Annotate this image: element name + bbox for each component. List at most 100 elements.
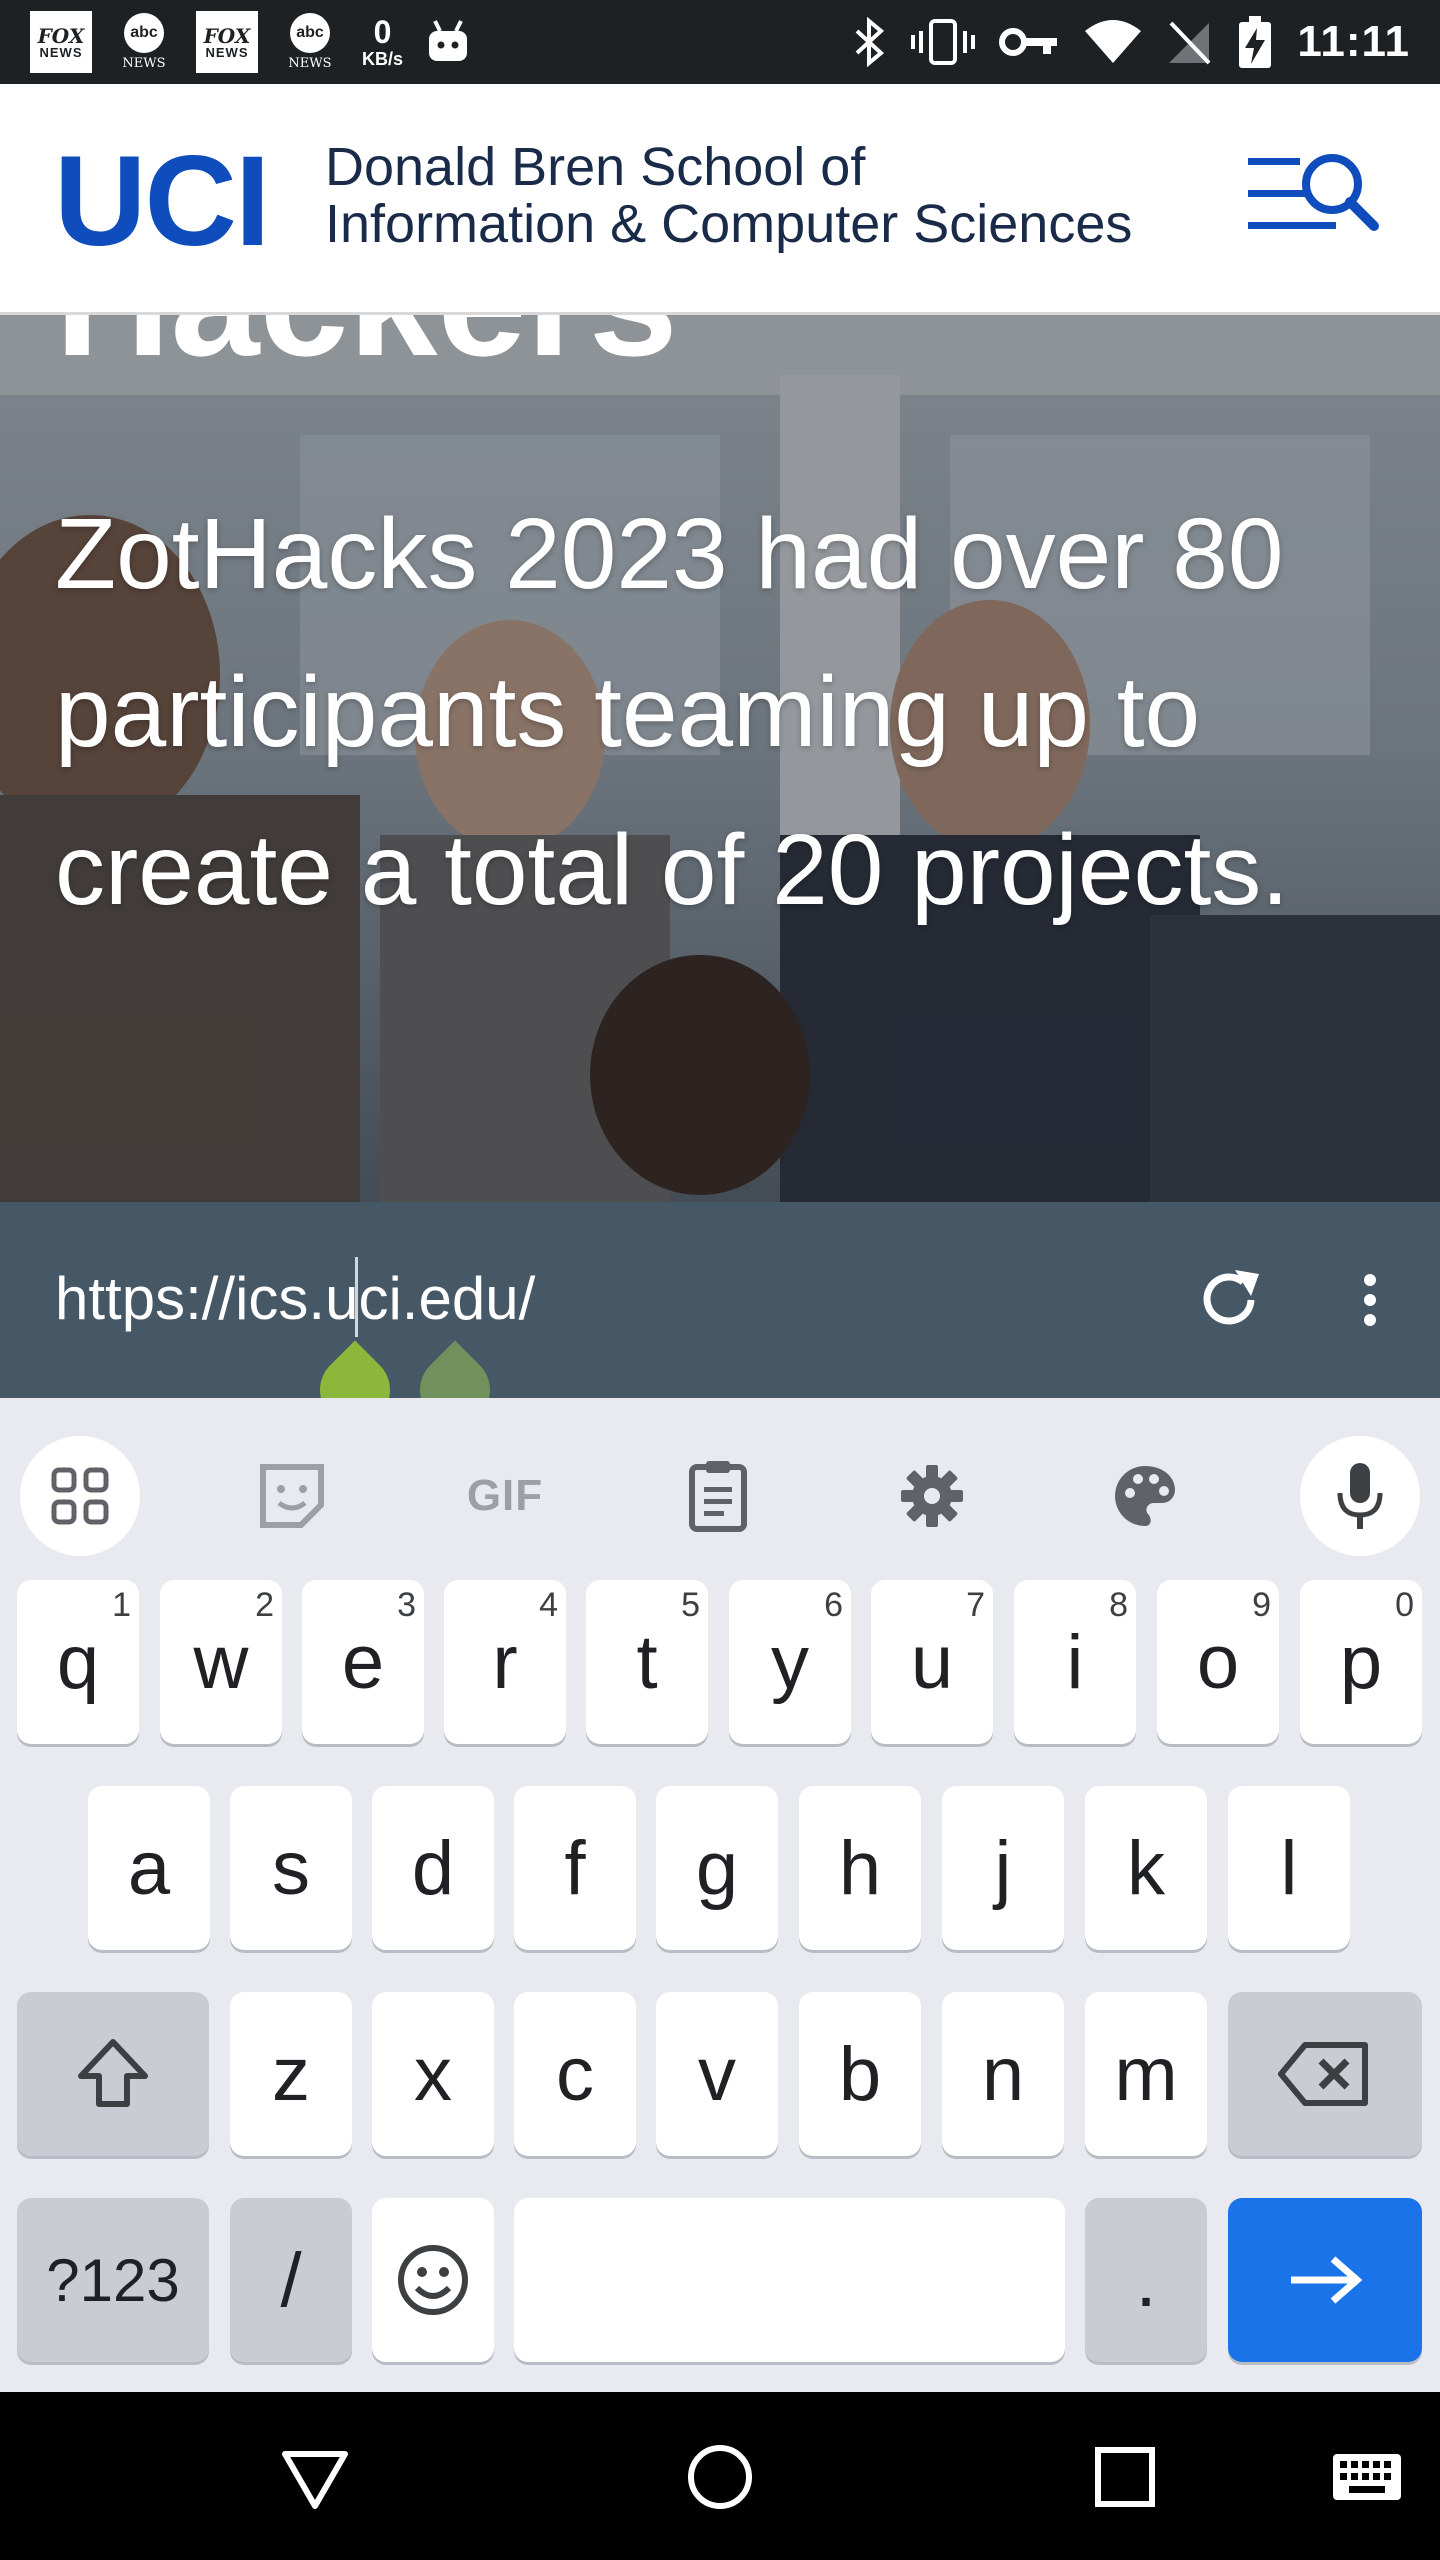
abc-news-notification-icon: abc NEWS [114, 13, 174, 71]
battery-charging-icon [1239, 16, 1272, 68]
notification-icons: FOX NEWS abc NEWS FOX NEWS abc NEWS 0 KB… [30, 10, 471, 74]
key-d[interactable]: d [372, 1786, 494, 1950]
microphone-icon [1337, 1463, 1383, 1529]
keyboard-toolbar: GIF [0, 1398, 1440, 1556]
emoji-smile-icon [398, 2245, 468, 2315]
back-button[interactable] [270, 2432, 360, 2522]
key-x[interactable]: x [372, 1992, 494, 2156]
key-m[interactable]: m [1085, 1992, 1207, 2156]
key-s[interactable]: s [230, 1786, 352, 1950]
sticker-icon [260, 1464, 324, 1528]
back-triangle-icon [282, 2451, 348, 2509]
hero-caption: ZotHacks 2023 had over 80 participants t… [55, 498, 1290, 926]
browser-menu-button[interactable] [1355, 1260, 1385, 1340]
recents-button[interactable] [1080, 2432, 1170, 2522]
symbols-key[interactable]: ?123 [17, 2198, 209, 2362]
gif-button[interactable]: GIF [445, 1436, 565, 1556]
fox-news-notification-icon: FOX NEWS [30, 11, 92, 73]
network-speed: 0 KB/s [362, 16, 403, 68]
clock: 11:11 [1297, 17, 1410, 66]
key-u[interactable]: u 7 [871, 1580, 993, 1744]
keyboard-icon [1333, 2454, 1401, 2500]
key-y[interactable]: y 6 [729, 1580, 851, 1744]
key-w-label: w [193, 1619, 249, 1705]
more-vert-icon [1364, 1274, 1376, 1326]
key-t-label: t [636, 1619, 658, 1705]
theme-button[interactable] [1085, 1436, 1205, 1556]
wifi-icon [1085, 20, 1142, 63]
backspace-icon [1278, 2042, 1368, 2106]
key-r[interactable]: r 4 [444, 1580, 566, 1744]
abc-news-line2: NEWS [288, 56, 332, 71]
shift-key[interactable] [17, 1992, 209, 2156]
reload-button[interactable] [1195, 1260, 1265, 1340]
key-f[interactable]: f [514, 1786, 636, 1950]
network-speed-value: 0 [373, 14, 392, 50]
school-name-line2: Information & Computer Sciences [325, 193, 1133, 254]
system-navigation-bar [0, 2392, 1440, 2560]
key-z[interactable]: z [230, 1992, 352, 2156]
school-name[interactable]: Donald Bren School of Information & Comp… [325, 139, 1132, 252]
system-status-icons: 11:11 [851, 0, 1410, 84]
vibrate-icon [911, 19, 976, 65]
palette-icon [1115, 1466, 1175, 1526]
menu-search-button[interactable] [1240, 144, 1385, 244]
key-r-label: r [492, 1619, 518, 1705]
voice-input-button[interactable] [1300, 1436, 1420, 1556]
clipboard-button[interactable] [658, 1436, 778, 1556]
hero-banner: Hackers ZotHacks 2023 had over 80 partic… [0, 315, 1440, 1202]
key-t-hint: 5 [681, 1586, 700, 1624]
android-robot-icon [429, 20, 468, 61]
network-speed-unit: KB/s [362, 49, 404, 69]
key-p-label: p [1339, 1619, 1383, 1705]
abc-news-notification-icon: abc NEWS [280, 13, 340, 71]
space-bar[interactable] [514, 2198, 1065, 2362]
gif-label: GIF [466, 1471, 544, 1520]
apps-grid-button[interactable] [20, 1436, 140, 1556]
home-circle-icon [688, 2445, 752, 2509]
key-j[interactable]: j [942, 1786, 1064, 1950]
keyboard-switch-button[interactable] [1322, 2432, 1412, 2522]
key-i-label: i [1066, 1619, 1084, 1705]
recents-square-icon [1095, 2447, 1155, 2507]
abc-news-line1: abc [290, 13, 330, 53]
key-h[interactable]: h [799, 1786, 921, 1950]
abc-news-line1: abc [124, 13, 164, 53]
key-k[interactable]: k [1085, 1786, 1207, 1950]
key-o-label: o [1196, 1619, 1240, 1705]
key-a[interactable]: a [88, 1786, 210, 1950]
key-g[interactable]: g [656, 1786, 778, 1950]
settings-button[interactable] [872, 1436, 992, 1556]
key-p[interactable]: p 0 [1300, 1580, 1422, 1744]
key-w[interactable]: w 2 [160, 1580, 282, 1744]
key-o[interactable]: o 9 [1157, 1580, 1279, 1744]
key-b[interactable]: b [799, 1992, 921, 2156]
slash-key[interactable]: / [230, 2198, 352, 2362]
status-bar: FOX NEWS abc NEWS FOX NEWS abc NEWS 0 KB… [0, 0, 1440, 84]
backspace-key[interactable] [1228, 1992, 1422, 2156]
period-key[interactable]: . [1085, 2198, 1207, 2362]
key-e[interactable]: e 3 [302, 1580, 424, 1744]
fox-news-notification-icon: FOX NEWS [196, 11, 258, 73]
key-e-label: e [341, 1619, 385, 1705]
url-input[interactable]: https://ics.uci.edu/ [55, 1264, 535, 1333]
home-button[interactable] [675, 2432, 765, 2522]
key-q[interactable]: q 1 [17, 1580, 139, 1744]
go-key[interactable] [1228, 2198, 1422, 2362]
fox-news-line2: NEWS [39, 44, 83, 60]
key-n[interactable]: n [942, 1992, 1064, 2156]
key-i[interactable]: i 8 [1014, 1580, 1136, 1744]
key-q-hint: 1 [112, 1586, 131, 1624]
apps-grid-icon [51, 1467, 109, 1525]
fox-news-line2: NEWS [205, 44, 249, 60]
uci-logo[interactable]: UCI [54, 138, 270, 266]
key-c[interactable]: c [514, 1992, 636, 2156]
key-p-hint: 0 [1395, 1586, 1414, 1624]
menu-search-icon [1248, 154, 1379, 231]
no-signal-icon [1169, 21, 1211, 65]
sticker-button[interactable] [232, 1436, 352, 1556]
emoji-key[interactable] [372, 2198, 494, 2362]
key-v[interactable]: v [656, 1992, 778, 2156]
key-l[interactable]: l [1228, 1786, 1350, 1950]
key-t[interactable]: t 5 [586, 1580, 708, 1744]
